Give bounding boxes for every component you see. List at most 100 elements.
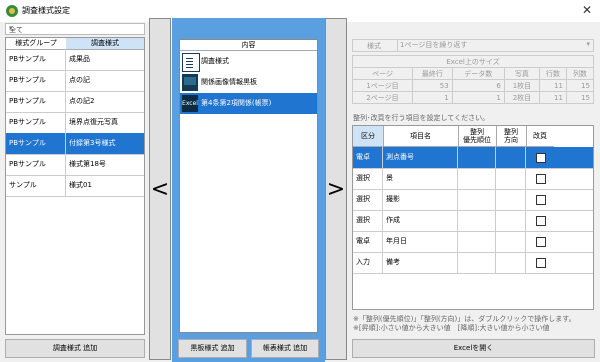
sort-priority-cell[interactable] [458, 210, 496, 231]
page-break-checkbox[interactable] [536, 153, 546, 163]
item-label: 調査様式 [201, 57, 229, 65]
table-row[interactable]: 選択景 [353, 168, 593, 190]
category-cell: 選択 [353, 168, 383, 189]
page-break-checkbox[interactable] [536, 237, 546, 247]
sort-priority-cell[interactable] [458, 252, 496, 273]
item-name-cell: 備考 [383, 252, 458, 273]
sort-direction-cell[interactable] [496, 210, 526, 231]
table-row[interactable]: 電卓 測点番号 [353, 147, 593, 169]
style-cell: 様式01 [69, 181, 92, 189]
chevron-down-icon: ▾ [9, 24, 13, 32]
item-label: 関係画像情報黒板 [201, 78, 257, 86]
sort-direction-cell[interactable] [496, 147, 526, 168]
table-row[interactable]: 選択 撮影 [353, 189, 593, 211]
page-break-cell [526, 252, 554, 273]
add-form-style-button[interactable]: 帳表様式 追加 [251, 339, 319, 358]
sort-priority-cell[interactable] [458, 231, 496, 252]
page-break-cell [526, 189, 554, 210]
open-excel-button[interactable]: Excelを開く [352, 339, 595, 358]
size-header: 写真 [503, 67, 540, 80]
size-cell: 1ページ目 [351, 79, 414, 92]
page-break-cell [526, 168, 554, 189]
category-cell: 電卓 [353, 147, 383, 168]
page-break-checkbox[interactable] [536, 258, 546, 268]
list-item[interactable]: 調査様式 [180, 51, 317, 72]
category-cell: 入力 [353, 252, 383, 273]
table-row[interactable]: 選択 作成 [353, 210, 593, 232]
chevron-down-icon: ▾ [586, 40, 590, 48]
size-cell: 15 [565, 79, 595, 92]
move-right-button[interactable]: > [325, 18, 347, 360]
table-row[interactable]: PBサンプル 境界点復元写真 [6, 112, 144, 134]
list-item[interactable]: Excel 第4条第2項関係(帳票) [180, 93, 317, 114]
page-style-dropdown[interactable]: 様式 1ページ目を繰り返す ▾ [352, 39, 594, 52]
sort-direction-cell[interactable] [496, 189, 526, 210]
table-row[interactable]: 電卓 年月日 [353, 231, 593, 253]
list-item[interactable]: 関係画像情報黒板 [180, 72, 317, 93]
category-cell: 選択 [353, 189, 383, 210]
group-cell: PBサンプル [6, 49, 66, 70]
size-cell: 2ページ目 [351, 91, 414, 104]
add-board-style-button[interactable]: 黒板様式 追加 [178, 339, 247, 358]
window-title: 調査様式設定 [22, 6, 70, 15]
size-header: ページ [351, 67, 414, 80]
size-cell: 1 [412, 91, 453, 104]
sort-priority-cell[interactable] [458, 147, 496, 168]
blackboard-icon [182, 74, 198, 91]
style-cell: 付録第3号様式 [69, 139, 116, 147]
app-icon [6, 5, 18, 17]
column-header-sort-direction[interactable]: 整列 方向 [496, 126, 527, 147]
size-cell: 2枚目 [503, 91, 540, 104]
style-cell: 点の記2 [69, 97, 95, 105]
category-cell: 電卓 [353, 231, 383, 252]
size-header: データ数 [451, 67, 505, 80]
sort-direction-cell[interactable] [496, 252, 526, 273]
size-cell: 53 [412, 79, 453, 92]
excel-size-table: Excel上のサイズ ページ 最終行 データ数 写真 行数 列数 1ページ目 53 6 1枚目 1… [351, 55, 595, 104]
group-filter-dropdown[interactable]: 全て ▾ [5, 23, 145, 35]
style-list-grid[interactable]: 様式グループ 調査様式 PBサンプル 成果品 PBサンプル 点の記 PBサンプル 点の記2… [5, 37, 145, 335]
table-row[interactable]: PBサンプル 様式第18号 [6, 154, 144, 176]
table-row[interactable]: PBサンプル 点の記2 [6, 91, 144, 113]
table-row[interactable]: PBサンプル 点の記 [6, 70, 144, 92]
style-value: 1ページ目を繰り返す [397, 40, 592, 51]
sort-settings-grid[interactable]: 区分 項目名 整列 優先順位 整列 方向 改頁 電卓 測点番号 選択景選択 撮影 選択作… [352, 125, 594, 310]
group-cell: PBサンプル [6, 133, 66, 154]
page-break-cell [526, 147, 554, 168]
close-icon[interactable]: ✕ [582, 3, 592, 17]
table-row[interactable]: 入力 備考 [353, 252, 593, 274]
table-row[interactable]: サンプル 様式01 [6, 175, 144, 197]
group-cell: PBサンプル [6, 112, 66, 133]
style-cell: 成果品 [69, 55, 90, 63]
table-row[interactable]: PBサンプル 成果品 [6, 49, 144, 71]
move-left-button[interactable]: < [149, 18, 171, 360]
add-survey-style-button[interactable]: 調査様式 追加 [5, 339, 145, 358]
item-label: 第4条第2項関係(帳票) [201, 99, 272, 107]
content-list[interactable]: 内容 調査様式関係画像情報黒板 Excel 第4条第2項関係(帳票) [179, 39, 318, 333]
page-break-cell [526, 231, 554, 252]
page-break-checkbox[interactable] [536, 216, 546, 226]
style-label: 様式 [367, 42, 381, 50]
size-header: 最終行 [412, 67, 453, 80]
group-cell: PBサンプル [6, 154, 66, 175]
sort-direction-cell[interactable] [496, 168, 526, 189]
column-header-item-name[interactable]: 項目名 [383, 126, 459, 147]
group-cell: PBサンプル [6, 70, 66, 91]
item-name-cell: 景 [383, 168, 458, 189]
sort-priority-cell[interactable] [458, 168, 496, 189]
page-break-checkbox[interactable] [536, 174, 546, 184]
sort-direction-cell[interactable] [496, 231, 526, 252]
content-header: 内容 [180, 40, 317, 51]
style-cell: 点の記 [69, 76, 90, 84]
size-cell: 6 [451, 79, 505, 92]
column-header-sort-priority[interactable]: 整列 優先順位 [458, 126, 497, 147]
column-header-category[interactable]: 区分 [353, 126, 384, 147]
excel-icon: Excel [182, 95, 198, 112]
table-row[interactable]: PBサンプル 付録第3号様式 [6, 133, 144, 155]
size-cell: 15 [565, 91, 595, 104]
sort-priority-cell[interactable] [458, 189, 496, 210]
size-cell: 1 [451, 91, 505, 104]
size-header: 行数 [538, 67, 567, 80]
page-break-checkbox[interactable] [536, 195, 546, 205]
column-header-page-break[interactable]: 改頁 [526, 126, 554, 147]
